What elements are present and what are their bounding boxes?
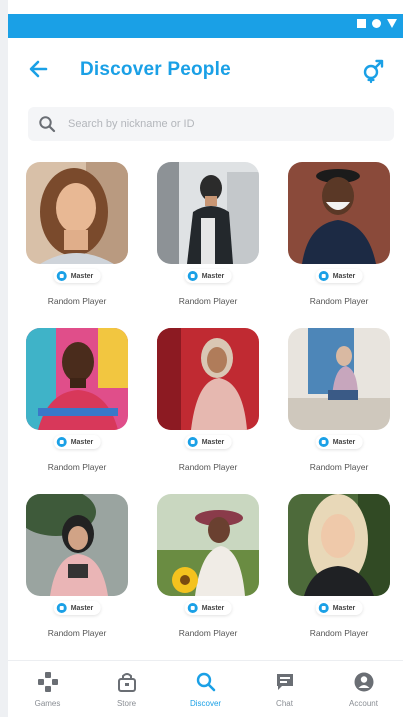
nav-label: Store bbox=[116, 699, 137, 708]
rank-icon bbox=[56, 603, 67, 613]
nav-label: Account bbox=[349, 699, 378, 708]
player-card[interactable]: Master Random Player bbox=[22, 324, 132, 490]
search-icon bbox=[196, 672, 215, 692]
player-name: Random Player bbox=[47, 462, 107, 472]
player-card[interactable]: Master Random Player bbox=[22, 490, 132, 656]
header: Discover People bbox=[8, 44, 403, 96]
nav-games[interactable]: Games bbox=[13, 671, 83, 708]
nav-label: Discover bbox=[189, 699, 222, 708]
player-avatar bbox=[157, 328, 259, 430]
nav-store[interactable]: Store bbox=[92, 671, 162, 708]
nav-discover[interactable]: Discover bbox=[171, 671, 241, 708]
player-name: Random Player bbox=[178, 628, 238, 638]
account-icon bbox=[354, 672, 373, 692]
nav-chat[interactable]: Chat bbox=[250, 671, 320, 708]
rank-label: Master bbox=[332, 604, 356, 612]
player-avatar bbox=[26, 162, 128, 264]
search-icon bbox=[39, 116, 56, 133]
status-bar bbox=[8, 14, 403, 38]
back-triangle-icon bbox=[387, 19, 397, 28]
player-name: Random Player bbox=[309, 296, 369, 306]
rank-badge: Master bbox=[184, 269, 232, 283]
rank-badge: Master bbox=[315, 601, 363, 615]
player-avatar bbox=[288, 494, 390, 596]
nav-account[interactable]: Account bbox=[329, 671, 399, 708]
rank-icon bbox=[187, 271, 198, 281]
player-name: Random Player bbox=[47, 296, 107, 306]
chat-icon bbox=[276, 674, 293, 690]
rank-badge: Master bbox=[53, 269, 101, 283]
player-name: Random Player bbox=[178, 462, 238, 472]
rank-badge: Master bbox=[53, 435, 101, 449]
player-card[interactable]: Master Random Player bbox=[284, 490, 394, 656]
player-card[interactable]: Master Random Player bbox=[153, 324, 263, 490]
nav-label: Chat bbox=[276, 699, 293, 708]
rank-label: Master bbox=[201, 272, 225, 280]
rank-badge: Master bbox=[184, 601, 232, 615]
rank-label: Master bbox=[332, 438, 356, 446]
bottom-navigation: Games Store Discover Chat Account bbox=[8, 660, 403, 717]
player-avatar bbox=[26, 494, 128, 596]
player-avatar bbox=[157, 162, 259, 264]
player-card[interactable]: Master Random Player bbox=[153, 490, 263, 656]
player-name: Random Player bbox=[309, 628, 369, 638]
rank-icon bbox=[187, 603, 198, 613]
player-grid: Master Random Player Master Random Playe… bbox=[22, 158, 398, 656]
rank-label: Master bbox=[332, 272, 356, 280]
player-card[interactable]: Master Random Player bbox=[22, 158, 132, 324]
rank-icon bbox=[318, 271, 329, 281]
recent-apps-icon bbox=[357, 19, 366, 28]
player-card[interactable]: Master Random Player bbox=[153, 158, 263, 324]
phone-screen: Discover People Master Random Player bbox=[8, 0, 403, 717]
back-arrow-icon[interactable] bbox=[26, 56, 52, 82]
bag-icon bbox=[117, 673, 136, 692]
rank-icon bbox=[56, 271, 67, 281]
rank-label: Master bbox=[70, 604, 94, 612]
player-avatar bbox=[26, 328, 128, 430]
gender-filter-icon[interactable] bbox=[359, 56, 387, 84]
rank-badge: Master bbox=[315, 269, 363, 283]
rank-label: Master bbox=[70, 272, 94, 280]
rank-label: Master bbox=[70, 438, 94, 446]
home-icon bbox=[372, 19, 381, 28]
rank-badge: Master bbox=[53, 601, 101, 615]
status-icons bbox=[357, 19, 397, 28]
player-name: Random Player bbox=[47, 628, 107, 638]
rank-label: Master bbox=[201, 604, 225, 612]
rank-badge: Master bbox=[184, 435, 232, 449]
rank-icon bbox=[56, 437, 67, 447]
rank-icon bbox=[318, 603, 329, 613]
player-avatar bbox=[288, 162, 390, 264]
rank-label: Master bbox=[201, 438, 225, 446]
rank-icon bbox=[318, 437, 329, 447]
search-bar[interactable] bbox=[28, 107, 394, 141]
player-card[interactable]: Master Random Player bbox=[284, 158, 394, 324]
page-title: Discover People bbox=[80, 59, 231, 80]
player-avatar bbox=[157, 494, 259, 596]
search-input[interactable] bbox=[68, 107, 378, 141]
player-card[interactable]: Master Random Player bbox=[284, 324, 394, 490]
player-avatar bbox=[288, 328, 390, 430]
gamepad-icon bbox=[37, 672, 58, 692]
nav-label: Games bbox=[34, 699, 61, 708]
player-name: Random Player bbox=[309, 462, 369, 472]
rank-icon bbox=[187, 437, 198, 447]
rank-badge: Master bbox=[315, 435, 363, 449]
player-name: Random Player bbox=[178, 296, 238, 306]
